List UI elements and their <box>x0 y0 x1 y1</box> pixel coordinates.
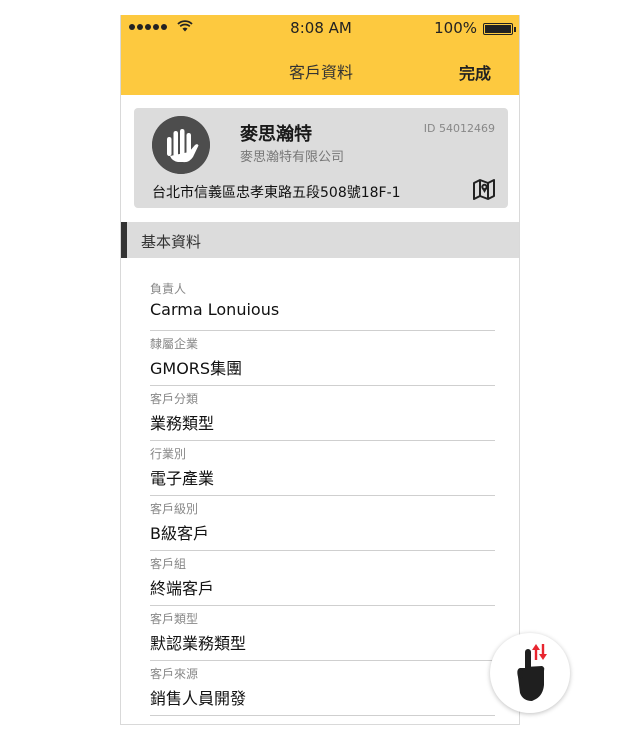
nav-bar: 8:08 AM 100% 客戶資料 完成 <box>121 15 519 95</box>
field-label: 負責人 <box>150 282 187 296</box>
status-bar: 8:08 AM 100% <box>121 15 519 41</box>
section-accent-bar <box>121 222 127 258</box>
field-label: 行業別 <box>150 447 187 461</box>
customer-id: ID 54012469 <box>423 122 495 135</box>
field-category[interactable]: 客戶分類 業務類型 <box>150 386 495 441</box>
field-industry[interactable]: 行業別 電子產業 <box>150 441 495 496</box>
customer-name: 麥思瀚特 <box>240 124 312 145</box>
field-level[interactable]: 客戶級別 B級客戶 <box>150 496 495 551</box>
field-value: 默認業務類型 <box>150 634 247 653</box>
customer-card: 麥思瀚特 麥思瀚特有限公司 ID 54012469 台北市信義區忠孝東路五段50… <box>134 108 508 208</box>
field-value: Carma Lonuious <box>150 300 280 319</box>
customer-address: 台北市信義區忠孝東路五段508號18F-1 <box>152 185 401 201</box>
hand-logo-icon <box>152 116 210 174</box>
field-group[interactable]: 客戶組 終端客戶 <box>150 551 495 606</box>
battery-percentage: 100% <box>434 19 477 37</box>
map-icon[interactable] <box>472 178 496 200</box>
field-label: 隸屬企業 <box>150 337 199 351</box>
field-value: 電子產業 <box>150 469 215 488</box>
field-value: 終端客戶 <box>150 579 215 598</box>
battery-icon <box>483 23 516 35</box>
field-label: 客戶分類 <box>150 392 199 406</box>
field-value: 銷售人員開發 <box>150 689 247 708</box>
customer-company: 麥思瀚特有限公司 <box>240 150 345 165</box>
field-label: 客戶類型 <box>150 612 199 626</box>
field-list: 負責人 Carma Lonuious 隸屬企業 GMORS集團 客戶分類 業務類… <box>150 276 495 716</box>
field-label: 客戶來源 <box>150 667 199 681</box>
field-label: 客戶組 <box>150 557 187 571</box>
field-enterprise[interactable]: 隸屬企業 GMORS集團 <box>150 331 495 386</box>
field-value: GMORS集團 <box>150 359 243 378</box>
section-title: 基本資料 <box>141 233 202 251</box>
field-label: 客戶級別 <box>150 502 199 516</box>
field-owner[interactable]: 負責人 Carma Lonuious <box>150 276 495 331</box>
phone-screen: 8:08 AM 100% 客戶資料 完成 麥思瀚特 麥思瀚特有限公司 ID 54… <box>120 15 520 725</box>
field-source[interactable]: 客戶來源 銷售人員開發 <box>150 661 495 716</box>
field-value: 業務類型 <box>150 414 215 433</box>
field-value: B級客戶 <box>150 524 209 543</box>
swipe-gesture-button[interactable] <box>490 633 570 713</box>
section-header: 基本資料 <box>121 222 519 258</box>
swipe-updown-gesture-icon <box>517 644 547 701</box>
done-button[interactable]: 完成 <box>459 60 491 84</box>
field-type[interactable]: 客戶類型 默認業務類型 <box>150 606 495 661</box>
